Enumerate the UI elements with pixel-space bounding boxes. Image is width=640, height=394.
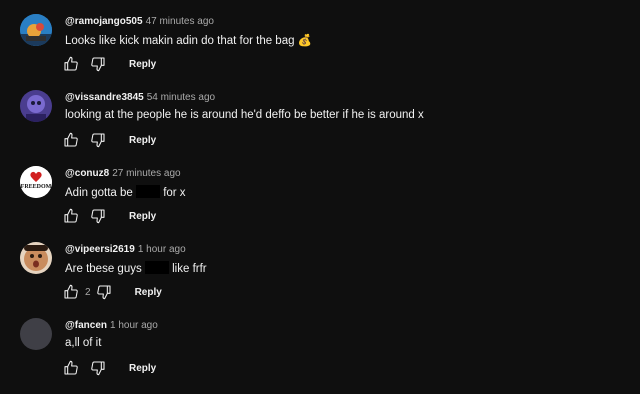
reply-button[interactable]: Reply (129, 363, 156, 374)
redaction-box (144, 261, 169, 274)
comment-text-content: looking at the people he is around he'd … (65, 109, 424, 121)
comment-item: @ramojango505 47 minutes ago Looks like k… (0, 14, 640, 90)
comment-actions: 2 Reply (62, 282, 162, 302)
like-count: 2 (85, 286, 91, 298)
comment-header: @conuz8 27 minutes ago (65, 168, 181, 179)
like-button[interactable] (62, 283, 80, 301)
comment-text: Looks like kick makin adin do that for t… (65, 33, 312, 47)
dislike-button[interactable] (89, 131, 107, 149)
like-button[interactable] (62, 55, 80, 73)
comment-text-after: like frfr (172, 263, 207, 275)
comment-header: @vissandre3845 54 minutes ago (65, 92, 215, 103)
avatar[interactable] (20, 14, 52, 46)
comment-author[interactable]: @vipeersi2619 (65, 244, 135, 255)
money-bag-emoji: 💰 (297, 35, 313, 47)
comment-time[interactable]: 1 hour ago (110, 320, 158, 331)
comment-text-content: Looks like kick makin adin do that for t… (65, 35, 295, 47)
comment-text-content: a,ll of it (65, 337, 102, 349)
like-button[interactable] (62, 359, 80, 377)
comment-text: a,ll of it (65, 337, 101, 349)
comment-header: @vipeersi2619 1 hour ago (65, 244, 186, 255)
reply-button[interactable]: Reply (129, 135, 156, 146)
thumb-down-icon (91, 209, 105, 224)
avatar[interactable]: FREEDOM (20, 166, 52, 198)
thumb-up-icon (64, 360, 78, 375)
comment-actions: Reply (62, 130, 156, 150)
comment-item: @fancen 1 hour ago a,ll of it Reply (0, 318, 640, 394)
comment-time[interactable]: 54 minutes ago (147, 92, 215, 103)
comment-header: @fancen 1 hour ago (65, 320, 158, 331)
comment-time[interactable]: 47 minutes ago (146, 16, 214, 27)
comment-author[interactable]: @vissandre3845 (65, 92, 144, 103)
reply-button[interactable]: Reply (135, 287, 162, 298)
thumb-down-icon (96, 285, 111, 300)
comment-actions: Reply (62, 358, 156, 378)
dislike-button[interactable] (95, 283, 113, 301)
thumb-down-icon (91, 57, 105, 72)
comment-header: @ramojango505 47 minutes ago (65, 16, 214, 27)
dislike-button[interactable] (89, 207, 107, 225)
comment-item: FREEDOM @conuz8 27 minutes ago Adin gotta… (0, 166, 640, 242)
avatar-image (20, 90, 52, 122)
comment-time[interactable]: 27 minutes ago (112, 168, 180, 179)
comment-text-before: Are tbese guys (65, 263, 142, 275)
comment-text: Are tbese guys like frfr (65, 261, 207, 275)
avatar[interactable] (20, 242, 52, 274)
comment-time[interactable]: 1 hour ago (138, 244, 186, 255)
comment-actions: Reply (62, 206, 156, 226)
dislike-button[interactable] (89, 55, 107, 73)
thumb-down-icon (91, 361, 105, 376)
comment-text-before: Adin gotta be (65, 187, 133, 199)
comment-author[interactable]: @ramojango505 (65, 16, 143, 27)
comment-text-after: for x (163, 187, 186, 199)
avatar[interactable] (20, 318, 52, 350)
thumb-up-icon (64, 284, 78, 299)
redaction-box (135, 185, 160, 198)
avatar-image (20, 14, 52, 46)
thumb-up-icon (64, 208, 78, 223)
comment-item: @vipeersi2619 1 hour ago Are tbese guys l… (0, 242, 640, 318)
thumb-down-icon (91, 133, 105, 148)
comment-author[interactable]: @fancen (65, 320, 107, 331)
avatar-caption: FREEDOM (20, 184, 52, 190)
thumb-up-icon (64, 56, 78, 71)
reply-button[interactable]: Reply (129, 211, 156, 222)
dislike-button[interactable] (89, 359, 107, 377)
reply-button[interactable]: Reply (129, 59, 156, 70)
comment-text: Adin gotta be for x (65, 185, 186, 199)
avatar-image (20, 242, 52, 274)
comment-author[interactable]: @conuz8 (65, 168, 109, 179)
comment-actions: Reply (62, 54, 156, 74)
avatar-image (20, 166, 52, 198)
comment-item: @vissandre3845 54 minutes ago looking at … (0, 90, 640, 166)
like-button[interactable] (62, 207, 80, 225)
avatar[interactable] (20, 90, 52, 122)
like-button[interactable] (62, 131, 80, 149)
comment-text: looking at the people he is around he'd … (65, 109, 424, 121)
thumb-up-icon (64, 132, 78, 147)
